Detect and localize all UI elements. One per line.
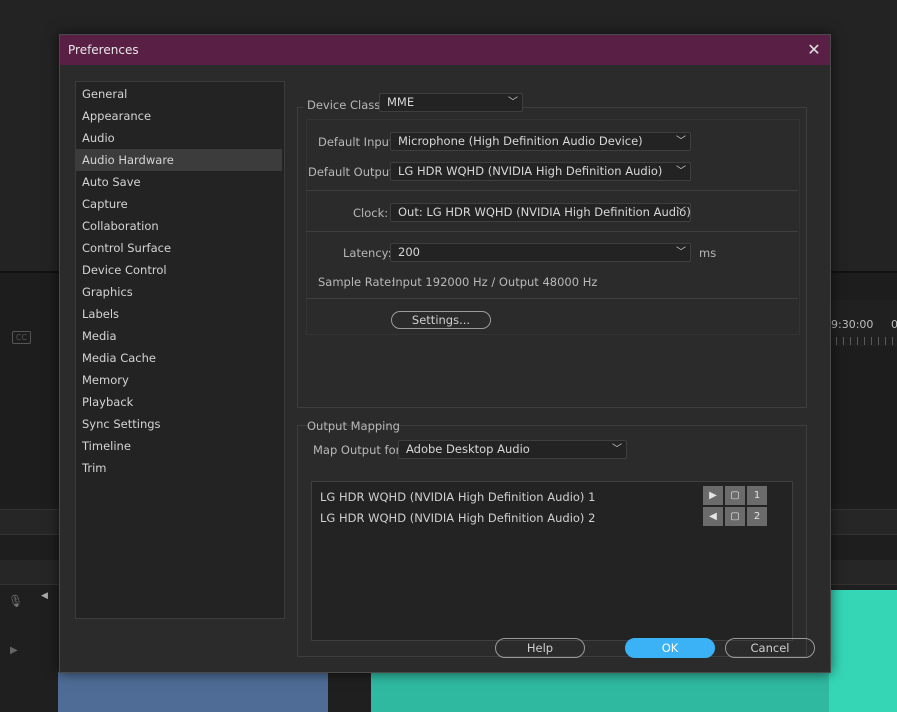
- device-settings-box: [306, 119, 800, 335]
- chevron-down-icon: ﹀: [676, 247, 686, 258]
- microphone-icon[interactable]: 🎙: [8, 594, 23, 608]
- ruler-timecode: 9:30:00: [831, 318, 874, 331]
- output-mapping-title: Output Mapping: [307, 419, 400, 433]
- default-input-label: Default Input:: [318, 135, 398, 149]
- chevron-down-icon: ﹀: [676, 136, 686, 147]
- sidebar-item-media-cache[interactable]: Media Cache: [76, 347, 282, 369]
- audio-clip[interactable]: [371, 672, 897, 712]
- sidebar-item-auto-save[interactable]: Auto Save: [76, 171, 282, 193]
- map-output-select[interactable]: Adobe Desktop Audio ﹀: [398, 440, 627, 459]
- default-output-value: LG HDR WQHD (NVIDIA High Definition Audi…: [398, 164, 663, 178]
- default-output-label: Default Output:: [308, 165, 398, 179]
- sidebar-item-collaboration[interactable]: Collaboration: [76, 215, 282, 237]
- sidebar-item-audio-hardware[interactable]: Audio Hardware: [76, 149, 282, 171]
- map-output-value: Adobe Desktop Audio: [406, 442, 530, 456]
- sidebar-item-capture[interactable]: Capture: [76, 193, 282, 215]
- device-class-label: Device Class:: [307, 98, 385, 112]
- track-volume-icon[interactable]: ◀: [41, 591, 48, 601]
- audio-clip[interactable]: [829, 590, 897, 712]
- category-list: General Appearance Audio Audio Hardware Auto…: [75, 81, 285, 619]
- channel-number-2[interactable]: 2: [747, 507, 767, 526]
- sidebar-item-trim[interactable]: Trim: [76, 457, 282, 479]
- latency-select[interactable]: 200 ﹀: [390, 243, 691, 262]
- clock-value: Out: LG HDR WQHD (NVIDIA High Definition…: [398, 205, 691, 219]
- dialog-titlebar: Preferences ✕: [60, 35, 830, 65]
- sidebar-item-labels[interactable]: Labels: [76, 303, 282, 325]
- sidebar-item-audio[interactable]: Audio: [76, 127, 282, 149]
- chevron-down-icon: ﹀: [676, 207, 686, 218]
- list-item: LG HDR WQHD (NVIDIA High Definition Audi…: [320, 490, 596, 504]
- channel-number-1[interactable]: 1: [747, 486, 767, 505]
- chevron-down-icon: ﹀: [676, 166, 686, 177]
- channel-frame-icon[interactable]: ▢: [725, 486, 745, 505]
- list-item: LG HDR WQHD (NVIDIA High Definition Audi…: [320, 511, 596, 525]
- sidebar-item-timeline[interactable]: Timeline: [76, 435, 282, 457]
- sample-rate-label: Sample Rate:: [318, 275, 396, 289]
- map-output-label: Map Output for:: [313, 443, 405, 457]
- chevron-down-icon: ﹀: [508, 97, 518, 108]
- divider: [306, 190, 798, 191]
- chevron-down-icon: ﹀: [612, 444, 622, 455]
- help-button[interactable]: Help: [495, 638, 585, 658]
- sidebar-item-graphics[interactable]: Graphics: [76, 281, 282, 303]
- default-input-value: Microphone (High Definition Audio Device…: [398, 134, 643, 148]
- default-input-select[interactable]: Microphone (High Definition Audio Device…: [390, 132, 691, 151]
- latency-value: 200: [398, 245, 420, 259]
- divider: [306, 298, 798, 299]
- latency-unit: ms: [699, 246, 717, 260]
- channel-frame-icon[interactable]: ▢: [725, 507, 745, 526]
- latency-label: Latency:: [343, 246, 392, 260]
- sidebar-item-appearance[interactable]: Appearance: [76, 105, 282, 127]
- sidebar-item-playback[interactable]: Playback: [76, 391, 282, 413]
- expand-track-icon[interactable]: ▶: [10, 645, 18, 656]
- device-class-select[interactable]: MME ﹀: [379, 93, 523, 112]
- close-button[interactable]: ✕: [804, 40, 824, 60]
- clock-label: Clock:: [353, 206, 389, 220]
- closed-captions-icon[interactable]: CC: [12, 331, 31, 344]
- sidebar-item-sync-settings[interactable]: Sync Settings: [76, 413, 282, 435]
- sidebar-item-general[interactable]: General: [76, 83, 282, 105]
- cancel-button[interactable]: Cancel: [725, 638, 815, 658]
- channel-speaker-icon[interactable]: ◀: [703, 507, 723, 526]
- clock-select[interactable]: Out: LG HDR WQHD (NVIDIA High Definition…: [390, 203, 691, 222]
- ok-button[interactable]: OK: [625, 638, 715, 658]
- settings-button[interactable]: Settings...: [391, 311, 491, 329]
- device-class-value: MME: [387, 95, 415, 109]
- channel-speaker-icon[interactable]: ▶: [703, 486, 723, 505]
- sidebar-item-media[interactable]: Media: [76, 325, 282, 347]
- default-output-select[interactable]: LG HDR WQHD (NVIDIA High Definition Audi…: [390, 162, 691, 181]
- dialog-title: Preferences: [68, 43, 139, 57]
- preferences-dialog: Preferences ✕ General Appearance Audio Audi…: [59, 34, 831, 673]
- sidebar-item-control-surface[interactable]: Control Surface: [76, 237, 282, 259]
- divider: [306, 231, 798, 232]
- output-mapping-list: LG HDR WQHD (NVIDIA High Definition Audi…: [311, 481, 793, 641]
- sidebar-item-memory[interactable]: Memory: [76, 369, 282, 391]
- ruler-timecode-partial: 0: [891, 318, 897, 331]
- sample-rate-value: Input 192000 Hz / Output 48000 Hz: [392, 275, 598, 289]
- sidebar-item-device-control[interactable]: Device Control: [76, 259, 282, 281]
- ruler-ticks: [829, 337, 897, 345]
- audio-clip[interactable]: [58, 672, 328, 712]
